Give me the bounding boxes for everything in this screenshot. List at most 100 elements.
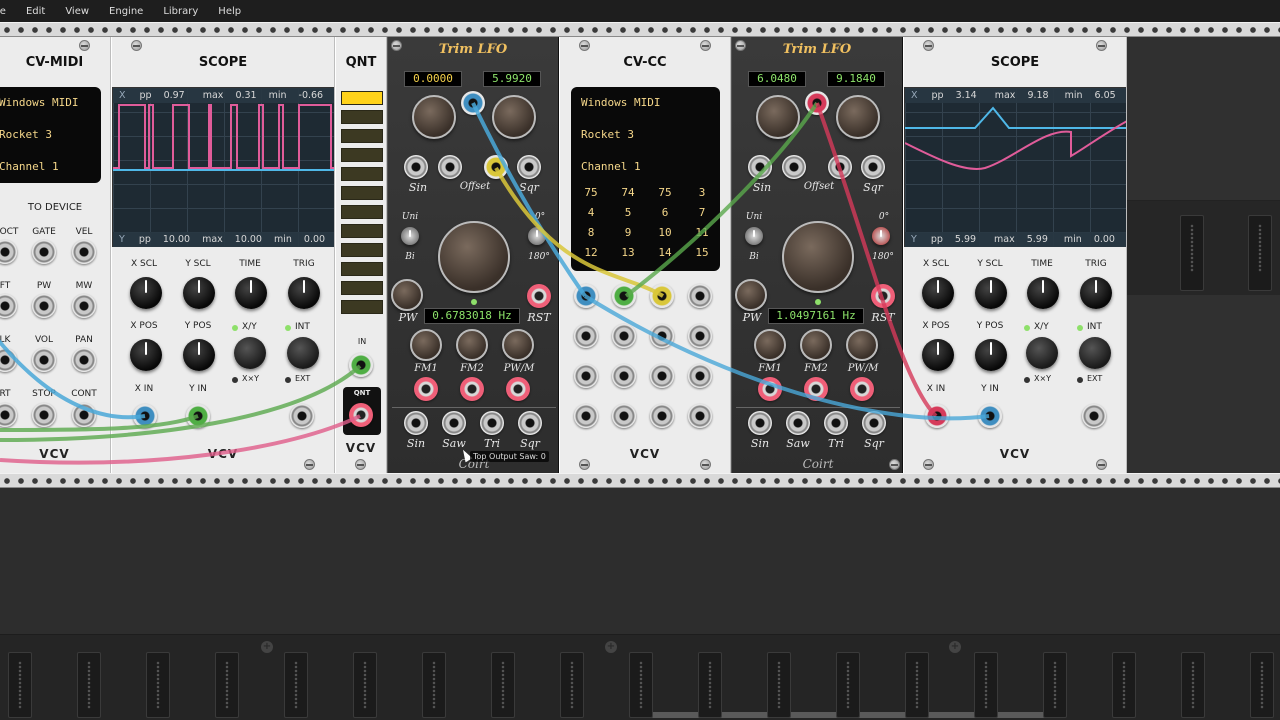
trig-knob[interactable] <box>288 277 320 309</box>
trigger-source-button[interactable] <box>1079 337 1111 369</box>
quantizer-module[interactable]: QNT IN QNT VCV <box>335 37 387 473</box>
offset-a-knob[interactable] <box>412 95 456 139</box>
polarity-switch[interactable] <box>401 227 419 245</box>
xy-mode-button[interactable] <box>234 337 266 369</box>
cc-number[interactable]: 7 <box>684 203 720 223</box>
sqr-output-jack[interactable] <box>862 411 886 435</box>
x-pos-knob[interactable] <box>130 339 162 371</box>
midi-device[interactable]: Rocket 3 <box>0 119 101 151</box>
x-input-jack[interactable] <box>133 404 157 428</box>
scope-display[interactable]: X pp 0.97 max 0.31 min -0.66 Y pp 10.00 … <box>112 87 334 247</box>
vel-input-jack[interactable] <box>72 240 96 264</box>
offset-a-knob[interactable] <box>756 95 800 139</box>
ext-trigger-input-jack[interactable] <box>1082 404 1106 428</box>
tri-output-jack[interactable] <box>480 411 504 435</box>
cc-number[interactable]: 6 <box>647 203 683 223</box>
y-scale-knob[interactable] <box>183 277 215 309</box>
saw-output-jack[interactable] <box>442 411 466 435</box>
cc-input-jack[interactable] <box>612 364 636 388</box>
cc-number[interactable]: 15 <box>684 243 720 263</box>
offset-out-jack[interactable] <box>438 155 462 179</box>
sqr-offset-jack[interactable] <box>517 155 541 179</box>
y-input-jack[interactable] <box>186 404 210 428</box>
reset-input-jack[interactable] <box>527 284 551 308</box>
oct-input-jack[interactable] <box>0 240 17 264</box>
trig-knob[interactable] <box>1080 277 1112 309</box>
midi-channel[interactable]: Channel 1 <box>0 151 101 183</box>
strt-input-jack[interactable] <box>0 403 17 427</box>
x-scale-knob[interactable] <box>130 277 162 309</box>
cc-number[interactable]: 4 <box>573 203 609 223</box>
offset-out-jack[interactable] <box>782 155 806 179</box>
offset-b-knob[interactable] <box>836 95 880 139</box>
phase-switch[interactable] <box>528 227 546 245</box>
frequency-knob[interactable] <box>782 221 854 293</box>
cc-input-jack[interactable] <box>650 324 674 348</box>
time-knob[interactable] <box>235 277 267 309</box>
quantizer-input-jack[interactable] <box>349 353 373 377</box>
pwm-input-jack[interactable] <box>506 377 530 401</box>
menu-edit[interactable]: Edit <box>16 6 55 17</box>
ft-input-jack[interactable] <box>0 294 17 318</box>
fm1-input-jack[interactable] <box>758 377 782 401</box>
x-input-jack[interactable] <box>925 404 949 428</box>
time-knob[interactable] <box>1027 277 1059 309</box>
cc-input-jack[interactable] <box>688 284 712 308</box>
phase-switch[interactable] <box>872 227 890 245</box>
sqr-offset-jack[interactable] <box>861 155 885 179</box>
cont-input-jack[interactable] <box>72 403 96 427</box>
vol-input-jack[interactable] <box>32 348 56 372</box>
add-module-icon[interactable]: + <box>949 641 961 653</box>
saw-output-jack[interactable] <box>786 411 810 435</box>
gate-input-jack[interactable] <box>32 240 56 264</box>
cc-input-jack[interactable] <box>688 324 712 348</box>
polarity-switch[interactable] <box>745 227 763 245</box>
y-scale-knob[interactable] <box>975 277 1007 309</box>
trim-lfo-module-2[interactable]: Trim LFO 6.0480 9.1840 Sin Offset Sqr Un… <box>731 37 903 473</box>
x-scale-knob[interactable] <box>922 277 954 309</box>
cc-input-jack[interactable] <box>574 404 598 428</box>
y-pos-knob[interactable] <box>975 339 1007 371</box>
fm1-knob[interactable] <box>754 329 786 361</box>
trim-lfo-module-1[interactable]: Trim LFO 0.0000 5.9920 Sin Offset Sqr Un… <box>387 37 559 473</box>
pan-input-jack[interactable] <box>72 348 96 372</box>
cc-number[interactable]: 13 <box>610 243 646 263</box>
quantizer-output-jack[interactable] <box>349 403 373 427</box>
fm2-input-jack[interactable] <box>460 377 484 401</box>
menu-help[interactable]: Help <box>208 6 251 17</box>
cc-input-jack[interactable] <box>650 364 674 388</box>
cc-input-jack[interactable] <box>612 284 636 308</box>
x-pos-knob[interactable] <box>922 339 954 371</box>
cc-input-jack[interactable] <box>688 364 712 388</box>
add-module-icon[interactable]: + <box>605 641 617 653</box>
cv-cc-module[interactable]: CV-CC Windows MIDI Rocket 3 Channel 1 75… <box>559 37 731 473</box>
y-input-jack[interactable] <box>978 404 1002 428</box>
stop-input-jack[interactable] <box>32 403 56 427</box>
pw-knob[interactable] <box>391 279 423 311</box>
pw-knob[interactable] <box>735 279 767 311</box>
cc-input-jack[interactable] <box>688 404 712 428</box>
fm2-input-jack[interactable] <box>804 377 828 401</box>
pwm-knob[interactable] <box>502 329 534 361</box>
cc-input-jack[interactable] <box>574 324 598 348</box>
sqr-output-jack[interactable] <box>518 411 542 435</box>
mw-input-jack[interactable] <box>72 294 96 318</box>
scope-module-2[interactable]: SCOPE X pp 3.14 max 9.18 min 6.05 Y pp 5… <box>903 37 1127 473</box>
cc-number[interactable]: 11 <box>684 223 720 243</box>
cc-number[interactable]: 10 <box>647 223 683 243</box>
cc-number[interactable]: 9 <box>610 223 646 243</box>
frequency-knob[interactable] <box>438 221 510 293</box>
pw-input-jack[interactable] <box>32 294 56 318</box>
cc-number[interactable]: 12 <box>573 243 609 263</box>
scope-display[interactable]: X pp 3.14 max 9.18 min 6.05 Y pp 5.99 ma… <box>904 87 1126 247</box>
fm2-knob[interactable] <box>800 329 832 361</box>
offset-b-out-jack[interactable] <box>484 155 508 179</box>
cc-number[interactable]: 75 <box>647 183 683 203</box>
fm2-knob[interactable] <box>456 329 488 361</box>
xy-mode-button[interactable] <box>1026 337 1058 369</box>
cc-input-jack[interactable] <box>574 364 598 388</box>
midi-driver[interactable]: Windows MIDI <box>0 87 101 119</box>
menu-library[interactable]: Library <box>153 6 208 17</box>
cc-number[interactable]: 3 <box>684 183 720 203</box>
cc-input-jack[interactable] <box>612 324 636 348</box>
